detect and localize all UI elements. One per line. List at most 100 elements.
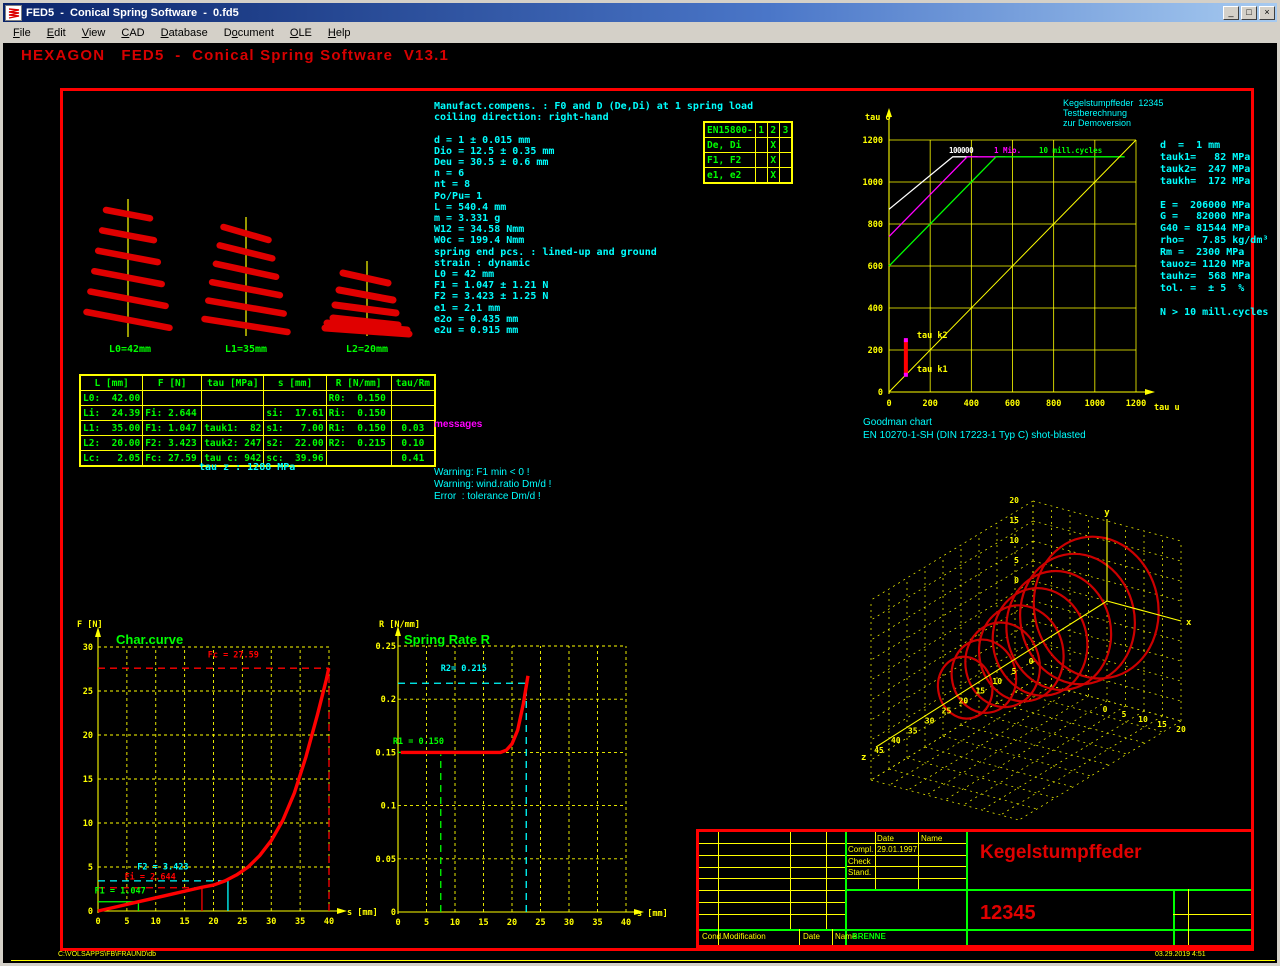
results-header-cell: tau/Rm xyxy=(391,375,435,391)
text-line: G40 = 81544 MPa xyxy=(1160,223,1268,235)
table-row: e1, e2 X xyxy=(704,168,792,184)
results-cell: R2: 0.215 xyxy=(326,436,391,451)
results-cell: s1: 7.00 xyxy=(264,421,326,436)
text-line: Testberechnung xyxy=(1063,108,1163,118)
en15800-header-cell: EN15800- xyxy=(704,122,755,138)
timestamp: 03.29.2019 4:51 xyxy=(1155,951,1206,958)
menu-item-ole[interactable]: OLE xyxy=(282,24,320,42)
menu-item-edit[interactable]: Edit xyxy=(39,24,74,42)
results-table: L [mm]F [N]tau [MPa]s [mm]R [N/mm]tau/Rm… xyxy=(79,374,436,467)
text-line: d = 1 mm xyxy=(1160,140,1268,152)
text-line: L0 = 42 mm xyxy=(434,269,753,280)
titleblock-name-header: Name xyxy=(921,834,942,843)
text-line: tauk1= 82 MPa xyxy=(1160,152,1268,164)
titleblock-cond-label: Cond. xyxy=(702,932,723,941)
text-line: m = 3.331 g xyxy=(434,213,753,224)
en15800-label-cell: F1, F2 xyxy=(704,153,755,168)
results-cell xyxy=(391,406,435,421)
drawing-area: HEXAGON FED5 - Conical Spring Software V… xyxy=(3,3,1280,963)
text-line: EN 10270-1-SH (DIN 17223-1 Typ C) shot-b… xyxy=(863,429,1086,442)
results-header-cell: L [mm] xyxy=(80,375,143,391)
en15800-mark-cell xyxy=(755,138,767,153)
text-line: L = 540.4 mm xyxy=(434,202,753,213)
text-line: N > 10 mill.cycles xyxy=(1160,307,1268,319)
results-header-cell: F [N] xyxy=(143,375,202,391)
application-window: HEXAGON FED5 - Conical Spring Software V… xyxy=(0,0,1280,966)
titleblock-project-name: Kegelstumpffeder xyxy=(980,842,1142,864)
results-header-cell: R [N/mm] xyxy=(326,375,391,391)
en15800-label-cell: e1, e2 xyxy=(704,168,755,184)
spring-length-label-l0: L0=42mm xyxy=(85,344,175,355)
en15800-mark-cell xyxy=(755,153,767,168)
en15800-table: EN15800-123De, Di X F1, F2 X e1, e2 X xyxy=(703,121,793,184)
close-button[interactable]: × xyxy=(1259,6,1275,20)
table-row: L2: 20.00F2: 3.423tauk2: 247s2: 22.00R2:… xyxy=(80,436,435,451)
database-path: C:\VOLSAPPS\FB\FRAUND\db xyxy=(58,951,156,958)
results-cell xyxy=(326,451,391,467)
text-line: tauk2= 247 MPa xyxy=(1160,164,1268,176)
text-line: e2u = 0.915 mm xyxy=(434,325,753,336)
text-line: Manufact.compens. : F0 and D (De,Di) at … xyxy=(434,101,753,112)
menu-item-cad[interactable]: CAD xyxy=(113,24,152,42)
results-cell: Fi: 2.644 xyxy=(143,406,202,421)
table-row: Li: 24.39Fi: 2.644 si: 17.61Ri: 0.150 xyxy=(80,406,435,421)
results-header-cell: tau [MPa] xyxy=(202,375,264,391)
text-line: tauoz= 1120 MPa xyxy=(1160,259,1268,271)
en15800-mark-cell xyxy=(779,153,792,168)
results-cell: Li: 24.39 xyxy=(80,406,143,421)
results-cell: 0.10 xyxy=(391,436,435,451)
title-bar: FED5 - Conical Spring Software - 0.fd5 _… xyxy=(3,3,1277,22)
en15800-label-cell: De, Di xyxy=(704,138,755,153)
en15800-mark-cell: X xyxy=(767,168,779,184)
en15800-mark-cell: X xyxy=(767,153,779,168)
text-line xyxy=(1160,295,1268,307)
minimize-button[interactable]: _ xyxy=(1223,6,1239,20)
text-line: e2o = 0.435 mm xyxy=(434,314,753,325)
maximize-button[interactable]: □ xyxy=(1241,6,1257,20)
app-icon xyxy=(5,5,22,21)
table-row: L1: 35.00F1: 1.047tauk1: 82s1: 7.00R1: 0… xyxy=(80,421,435,436)
en15800-header-cell: 2 xyxy=(767,122,779,138)
results-cell: R0: 0.150 xyxy=(326,391,391,406)
results-header-cell: s [mm] xyxy=(264,375,326,391)
results-cell xyxy=(143,391,202,406)
en15800-header-cell: 3 xyxy=(779,122,792,138)
results-cell: si: 17.61 xyxy=(264,406,326,421)
text-line: rho= 7.85 kg/dm³ xyxy=(1160,235,1268,247)
spring-length-label-l1: L1=35mm xyxy=(201,344,291,355)
table-row: L0: 42.00 R0: 0.150 xyxy=(80,391,435,406)
results-table-wrap: L [mm]F [N]tau [MPa]s [mm]R [N/mm]tau/Rm… xyxy=(79,374,436,467)
text-line: Rm = 2300 MPa xyxy=(1160,247,1268,259)
titleblock-modification-label: Modification xyxy=(723,932,766,941)
results-cell: R1: 0.150 xyxy=(326,421,391,436)
results-cell: s2: 22.00 xyxy=(264,436,326,451)
tau-z-footer: tau z : 1288 MPa xyxy=(199,462,295,473)
text-line: Goodman chart xyxy=(863,416,1086,429)
menu-item-help[interactable]: Help xyxy=(320,24,359,42)
messages-title: messages xyxy=(434,419,551,431)
en15800-mark-cell: X xyxy=(767,138,779,153)
results-cell: L1: 35.00 xyxy=(80,421,143,436)
en15800-mark-cell xyxy=(755,168,767,184)
messages-lines: Warning: F1 min < 0 !Warning: wind.ratio… xyxy=(434,467,551,502)
titleblock-compl-date: 29.01.1997 xyxy=(877,845,917,854)
en15800-mark-cell xyxy=(779,168,792,184)
text-line: e1 = 2.1 mm xyxy=(434,303,753,314)
titleblock-date-label: Date xyxy=(803,932,820,941)
menu-item-database[interactable]: Database xyxy=(153,24,216,42)
material-block: d = 1 mmtauk1= 82 MPatauk2= 247 MPataukh… xyxy=(1160,140,1268,319)
report-header: HEXAGON FED5 - Conical Spring Software V… xyxy=(21,47,449,64)
goodman-captions: Goodman chartEN 10270-1-SH (DIN 17223-1 … xyxy=(863,416,1086,442)
menu-item-file[interactable]: File xyxy=(5,24,39,42)
title-block: Date Name Compl. 29.01.1997 Check Stand.… xyxy=(696,829,1254,948)
menu-item-view[interactable]: View xyxy=(74,24,114,42)
titleblock-stand-label: Stand. xyxy=(848,868,871,877)
titleblock-compl-label: Compl. xyxy=(848,845,873,854)
results-cell xyxy=(391,391,435,406)
menu-item-document[interactable]: Document xyxy=(216,24,282,42)
results-cell: F2: 3.423 xyxy=(143,436,202,451)
en15800-mark-cell xyxy=(779,138,792,153)
results-cell: tauk2: 247 xyxy=(202,436,264,451)
text-line: W0c = 199.4 Nmm xyxy=(434,235,753,246)
table-row: De, Di X xyxy=(704,138,792,153)
